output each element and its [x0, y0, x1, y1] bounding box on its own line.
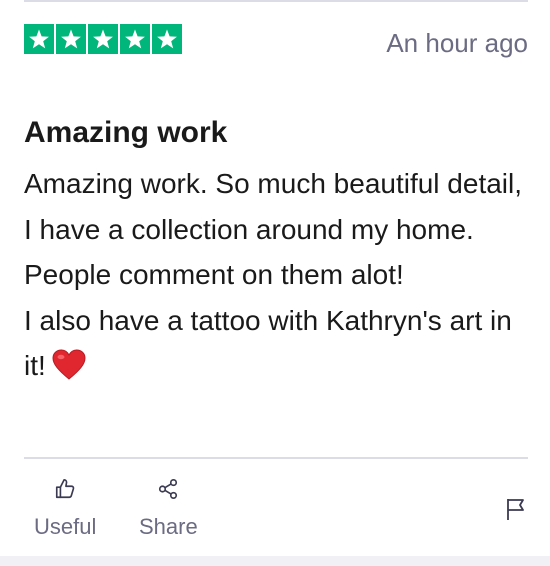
star-icon: [120, 24, 150, 54]
review-timestamp: An hour ago: [386, 28, 528, 58]
review-body-paragraph: I also have a tattoo with Kathryn's art …: [24, 298, 524, 395]
report-flag-button[interactable]: [505, 497, 527, 526]
share-icon: [157, 478, 179, 506]
star-icon: [152, 24, 182, 54]
review-body-paragraph: Amazing work. So much beautiful detail, …: [24, 168, 523, 290]
review-body: Amazing work. So much beautiful detail, …: [24, 161, 524, 395]
share-button[interactable]: Share: [139, 478, 198, 540]
star-icon: [24, 24, 54, 54]
review-title: Amazing work: [24, 116, 228, 149]
heart-icon: [52, 349, 86, 395]
star-rating: [24, 24, 182, 54]
useful-label: Useful: [34, 514, 97, 539]
useful-button[interactable]: Useful: [34, 478, 96, 540]
top-divider: [24, 0, 528, 2]
thumbs-up-icon: [54, 478, 76, 506]
bottom-band: [0, 556, 550, 566]
flag-icon: [505, 499, 527, 525]
star-icon: [56, 24, 86, 54]
star-icon: [88, 24, 118, 54]
share-label: Share: [139, 514, 198, 539]
actions-divider: [24, 457, 528, 459]
